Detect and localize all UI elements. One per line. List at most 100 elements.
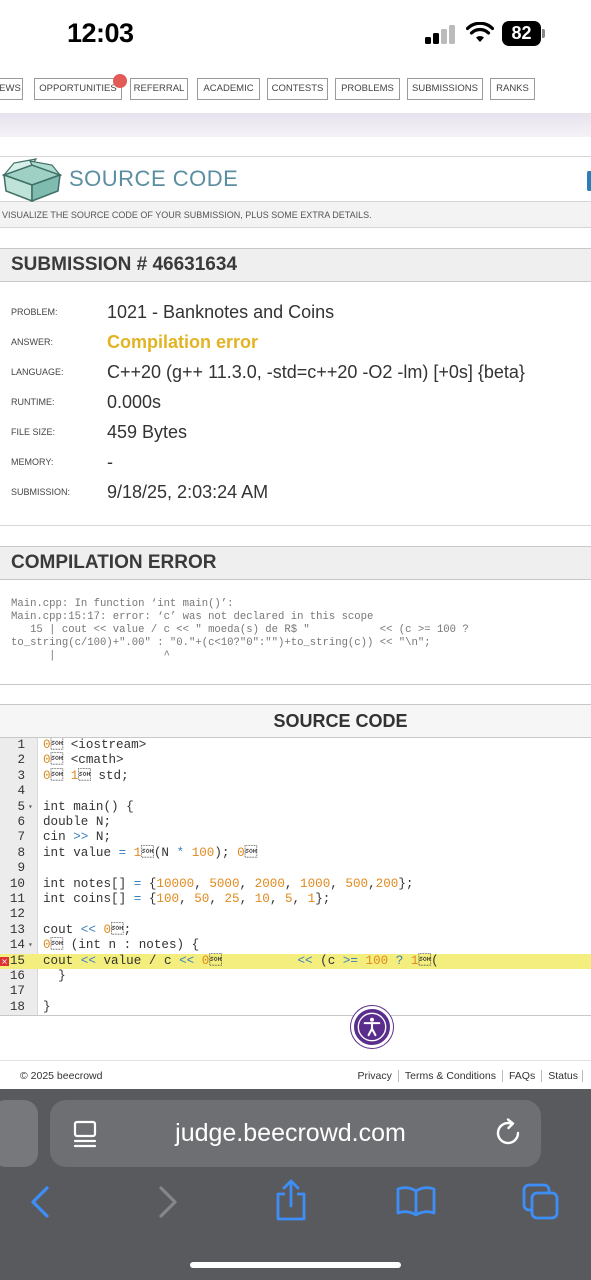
tab-referral[interactable]: REFERRAL xyxy=(130,78,188,100)
code-text: 0 <cmath> xyxy=(43,753,124,768)
tabs-icon[interactable] xyxy=(522,1183,560,1221)
line-number: 17 xyxy=(9,984,25,999)
nav-divider xyxy=(0,113,591,137)
code-text: 0 1 std; xyxy=(43,768,129,783)
memory-value: - xyxy=(107,452,113,472)
code-line: 5 ▾ int main() { xyxy=(0,800,591,815)
code-text: 0 <iostream> xyxy=(43,738,147,752)
privacy-link[interactable]: Privacy xyxy=(351,1070,399,1082)
detail-row-runtime: RUNTIME: 0.000s xyxy=(0,389,591,419)
submission-details: PROBLEM: 1021 - Banknotes and Coins ANSW… xyxy=(0,282,591,526)
code-line: × 15 cout << value / c << 0 << (c >= 100 … xyxy=(0,953,591,969)
compilation-error-box: Main.cpp: In function ‘int main()’: Main… xyxy=(0,581,591,685)
code-line: 12 xyxy=(0,907,591,922)
code-line: 13 cout << 0; xyxy=(0,923,591,938)
page-footer: © 2025 beecrowd Privacy Terms & Condition… xyxy=(0,1060,591,1090)
code-text: } xyxy=(43,999,51,1014)
code-line: 8 int value = 1(N * 100); 0 xyxy=(0,846,591,861)
code-text: int value = 1(N * 100); 0 xyxy=(43,845,258,860)
code-text: int coins[] = {100, 50, 25, 10, 5, 1}; xyxy=(43,892,331,906)
banner-title: SOURCE CODE xyxy=(69,166,239,191)
cellular-signal-icon xyxy=(425,24,457,44)
line-number: 3 xyxy=(17,768,25,783)
detail-row-language: LANGUAGE: C++20 (g++ 11.3.0, -std=c++20 … xyxy=(0,359,591,389)
code-text: } xyxy=(43,969,66,983)
line-number: 10 xyxy=(9,876,25,891)
submission-date: 9/18/25, 2:03:24 AM xyxy=(107,482,269,502)
compilation-error-title: COMPILATION ERROR xyxy=(0,546,591,580)
line-number: 13 xyxy=(9,922,25,937)
accessibility-icon[interactable] xyxy=(351,1006,393,1048)
code-line: 16 } xyxy=(0,969,591,984)
code-line: 9 xyxy=(0,861,591,876)
code-line: 6 double N; xyxy=(0,815,591,830)
submission-title: SUBMISSION # 46631634 xyxy=(0,248,591,282)
code-text: int notes[] = {10000, 5000, 2000, 1000, … xyxy=(43,876,414,891)
status-bar: 12:03 82 xyxy=(0,0,591,70)
code-editor[interactable]: 1 0 <iostream> 2 0 <cmath> 3 0 1 std; 4 5 ▾ i… xyxy=(0,738,591,1016)
line-number: 9 xyxy=(17,861,25,876)
detail-label: FILE SIZE: xyxy=(11,427,56,437)
line-number: 12 xyxy=(9,907,25,922)
source-code-title: SOURCE CODE xyxy=(0,704,591,738)
code-line: 4 xyxy=(0,784,591,799)
status-link[interactable]: Status xyxy=(542,1070,583,1082)
line-number: 18 xyxy=(9,999,25,1014)
code-text: 0 (int n : notes) { xyxy=(43,938,200,953)
detail-label: PROBLEM: xyxy=(11,307,58,317)
share-icon[interactable] xyxy=(274,1178,308,1222)
box-logo-icon xyxy=(1,158,63,203)
detail-label: RUNTIME: xyxy=(11,397,55,407)
fold-toggle-icon[interactable]: ▾ xyxy=(28,800,33,815)
code-line: 10 int notes[] = {10000, 5000, 2000, 1000… xyxy=(0,877,591,892)
terms-link[interactable]: Terms & Conditions xyxy=(398,1070,503,1082)
answer-status: Compilation error xyxy=(107,332,259,352)
line-number: 7 xyxy=(17,830,25,845)
code-text: int main() { xyxy=(43,799,134,814)
detail-row-memory: MEMORY: - xyxy=(0,449,591,479)
page-banner: SOURCE CODE xyxy=(0,156,591,203)
line-number: 14 xyxy=(9,938,25,953)
footer-links: Privacy Terms & Conditions FAQs Status xyxy=(351,1070,583,1082)
reload-icon[interactable] xyxy=(495,1118,523,1148)
problem-link[interactable]: 1021 - Banknotes and Coins xyxy=(107,302,334,323)
detail-row-problem: PROBLEM: 1021 - Banknotes and Coins xyxy=(0,299,591,329)
detail-row-submission: SUBMISSION: 9/18/25, 2:03:24 AM xyxy=(0,479,591,509)
tab-contests[interactable]: CONTESTS xyxy=(267,78,328,100)
line-number: 15 xyxy=(9,953,25,968)
tab-problems[interactable]: PROBLEMS xyxy=(335,78,400,100)
detail-row-file-size: FILE SIZE: 459 Bytes xyxy=(0,419,591,449)
line-number: 6 xyxy=(17,815,25,829)
tab-ranks[interactable]: RANKS xyxy=(490,78,535,100)
line-number: 2 xyxy=(17,753,25,768)
notification-badge xyxy=(113,74,127,88)
previous-tab-preview[interactable] xyxy=(0,1100,38,1167)
tab-academic[interactable]: ACADEMIC xyxy=(197,78,260,100)
faqs-link[interactable]: FAQs xyxy=(502,1070,543,1082)
line-number: 5 xyxy=(17,799,25,814)
runtime-value: 0.000s xyxy=(107,392,162,412)
code-line: 2 0 <cmath> xyxy=(0,753,591,768)
line-number: 16 xyxy=(9,969,25,983)
detail-label: SUBMISSION: xyxy=(11,487,71,497)
code-text: double N; xyxy=(43,815,112,829)
back-icon[interactable] xyxy=(28,1185,52,1219)
tab-submissions[interactable]: SUBMISSIONS xyxy=(407,78,483,100)
code-text: cout << value / c << 0 << (c >= 100 ? 1… xyxy=(43,953,439,968)
wifi-icon xyxy=(466,22,494,42)
file-size-value: 459 Bytes xyxy=(107,422,188,442)
top-nav: EWS OPPORTUNITIES REFERRAL ACADEMIC CONT… xyxy=(0,78,591,102)
tab-opportunities[interactable]: OPPORTUNITIES xyxy=(34,78,122,100)
detail-label: ANSWER: xyxy=(11,337,54,347)
banner-side-button[interactable] xyxy=(587,171,591,191)
address-bar[interactable]: judge.beecrowd.com xyxy=(50,1100,541,1167)
fold-toggle-icon[interactable]: ▾ xyxy=(28,938,33,953)
code-text: cout << 0; xyxy=(43,922,132,937)
bookmarks-icon[interactable] xyxy=(396,1185,436,1217)
browser-toolbar: judge.beecrowd.com xyxy=(0,1089,591,1280)
tab-news[interactable]: EWS xyxy=(0,78,23,100)
code-line: 18} xyxy=(0,1000,591,1015)
code-line: 17 xyxy=(0,984,591,999)
url-text[interactable]: judge.beecrowd.com xyxy=(50,1119,541,1148)
forward-icon[interactable] xyxy=(156,1185,180,1219)
